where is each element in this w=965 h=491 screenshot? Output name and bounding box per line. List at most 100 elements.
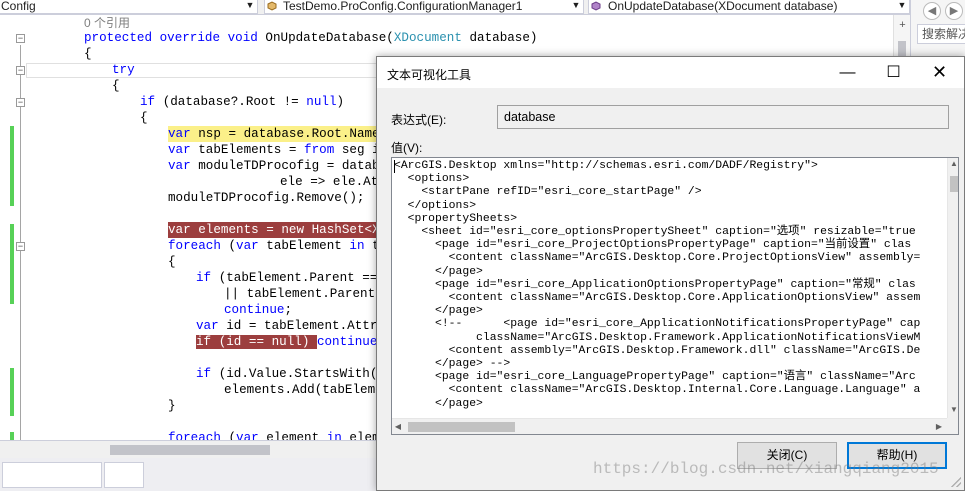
code-keyword: continue — [224, 303, 285, 317]
code-line-highlighted: var elements = new HashSet<XEl — [168, 222, 395, 238]
code-line: if (database?.Root != null) — [140, 94, 344, 110]
code-text: ( — [228, 239, 237, 253]
bottom-tab[interactable] — [2, 462, 102, 488]
code-keyword: var — [168, 127, 199, 141]
change-indicator — [10, 432, 14, 440]
code-text: elements.Add(tabElemen — [224, 383, 391, 397]
xml-line: </page> — [394, 305, 483, 318]
split-icon[interactable]: + — [897, 20, 908, 31]
xml-line: <content className="ArcGIS.Desktop.Core.… — [394, 292, 921, 304]
xml-line: className="ArcGIS.Desktop.Framework.Appl… — [394, 331, 921, 344]
xml-line: <startPane refID="esri_core_startPage" /… — [394, 186, 702, 199]
code-text: { — [140, 111, 148, 125]
code-line: protected override void OnUpdateDatabase… — [84, 30, 537, 46]
collapse-icon[interactable]: − — [16, 242, 25, 251]
method-icon — [591, 1, 601, 11]
code-text: database) — [461, 31, 538, 45]
code-line: ele => ele.Att — [280, 174, 386, 190]
code-line: { — [112, 78, 120, 94]
code-line: foreach (var tabElement in tab — [168, 238, 395, 254]
forward-icon[interactable]: ▶ — [945, 2, 963, 20]
code-line: var id = tabElement.Attrib — [196, 318, 393, 334]
chevron-down-icon: ▼ — [571, 0, 581, 10]
value-textarea[interactable]: <ArcGIS.Desktop xmlns="http://schemas.es… — [391, 157, 959, 435]
solution-search-input[interactable]: 搜索解决 — [917, 24, 965, 44]
code-line: || tabElement.Parent.N — [224, 286, 390, 302]
scroll-right-icon[interactable]: ▶ — [933, 419, 945, 434]
scroll-up-icon[interactable]: ▲ — [948, 158, 958, 170]
collapse-icon[interactable]: − — [16, 34, 25, 43]
help-button[interactable]: 帮助(H) — [847, 442, 947, 469]
code-line: if (id == null) continue; — [196, 334, 385, 350]
resize-grip-icon[interactable] — [951, 477, 961, 487]
scroll-left-icon[interactable]: ◀ — [392, 419, 404, 434]
text-visualizer-dialog: 文本可视化工具 — ☐ ✕ 表达式(E): database 值(V): <Ar… — [376, 56, 965, 491]
maximize-icon[interactable]: ☐ — [871, 57, 916, 88]
chevron-down-icon: ▼ — [897, 0, 907, 10]
code-line: } — [168, 398, 176, 414]
code-keyword: var — [236, 431, 267, 440]
code-keyword: protected override void — [84, 31, 266, 45]
xml-line: <page id="esri_core_LanguagePropertyPage… — [394, 371, 916, 384]
close-icon[interactable]: ✕ — [917, 57, 962, 88]
code-line: moduleTDProcofig.Remove(); — [168, 190, 365, 206]
class-combo-label: TestDemo.ProConfig.ConfigurationManager1 — [283, 0, 523, 13]
xml-line: <content className="ArcGIS.Desktop.Core.… — [394, 252, 921, 265]
code-keyword: new — [281, 223, 312, 237]
ide-window: Config ▼ TestDemo.ProConfig.Configuratio… — [0, 0, 965, 491]
code-keyword: continue — [316, 335, 378, 349]
member-combo[interactable]: OnUpdateDatabase(XDocument database) ▼ — [588, 0, 910, 14]
code-text: ) — [336, 95, 345, 109]
collapse-icon[interactable]: − — [16, 98, 25, 107]
project-combo[interactable]: Config ▼ — [0, 0, 258, 14]
close-button[interactable]: 关闭(C) — [737, 442, 837, 469]
scroll-down-icon[interactable]: ▼ — [948, 404, 958, 416]
xml-line: </page> — [394, 397, 483, 410]
code-text: ( — [228, 431, 237, 440]
code-line: if (id.Value.StartsWith("e — [196, 366, 393, 382]
back-icon[interactable]: ◀ — [923, 2, 941, 20]
xml-line: </page> --> — [394, 358, 511, 370]
scrollbar-thumb[interactable] — [950, 176, 958, 192]
code-line: { — [140, 110, 148, 126]
class-combo[interactable]: TestDemo.ProConfig.ConfigurationManager1… — [264, 0, 584, 14]
scrollbar-thumb[interactable] — [110, 445, 270, 455]
code-line: { — [168, 254, 176, 270]
code-keyword: from — [304, 143, 342, 157]
code-line: if (tabElement.Parent == n — [196, 270, 393, 286]
scrollbar-thumb[interactable] — [408, 422, 515, 432]
code-text: (id == null) — [218, 335, 317, 349]
code-keyword: if — [140, 95, 163, 109]
expression-field[interactable]: database — [497, 105, 949, 129]
code-highlighted-span: if (id == null) — [196, 335, 317, 349]
code-keyword: var — [196, 319, 227, 333]
value-horizontal-scrollbar[interactable]: ◀ ▶ — [392, 418, 947, 434]
code-text: (database?.Root != — [162, 95, 307, 109]
change-indicator — [10, 224, 14, 304]
code-line-highlighted: var nsp = database.Root.Name.N — [168, 126, 395, 142]
code-keyword: if — [196, 367, 219, 381]
code-text: { — [112, 79, 120, 93]
code-line: elements.Add(tabElemen — [224, 382, 390, 398]
reference-count[interactable]: 0 个引用 — [84, 15, 130, 31]
code-keyword: foreach — [168, 239, 229, 253]
bottom-tab[interactable] — [104, 462, 144, 488]
code-keyword: foreach — [168, 431, 229, 440]
code-text: nsp = database.Root.Name.N — [198, 127, 395, 141]
scrollbar-corner — [947, 418, 958, 434]
xml-line: <page id="esri_core_ProjectOptionsProper… — [394, 239, 912, 252]
code-text: moduleTDProcofig.Remove(); — [168, 191, 365, 205]
value-label: 值(V): — [391, 141, 423, 155]
xml-line: <sheet id="esri_core_optionsPropertyShee… — [394, 226, 916, 238]
code-text: || tabElement.Parent.N — [224, 287, 391, 301]
code-keyword: var — [236, 239, 267, 253]
code-text: ; — [284, 303, 293, 317]
code-line: var tabElements = from seg in — [168, 142, 387, 158]
code-text: tabElements = — [198, 143, 305, 157]
dialog-title-bar[interactable]: 文本可视化工具 — ☐ ✕ — [377, 57, 964, 88]
code-keyword: if — [196, 271, 219, 285]
code-keyword: var — [168, 143, 199, 157]
collapse-icon[interactable]: − — [16, 66, 25, 75]
minimize-icon[interactable]: — — [825, 57, 870, 88]
value-vertical-scrollbar[interactable]: ▲ ▼ — [947, 158, 958, 418]
